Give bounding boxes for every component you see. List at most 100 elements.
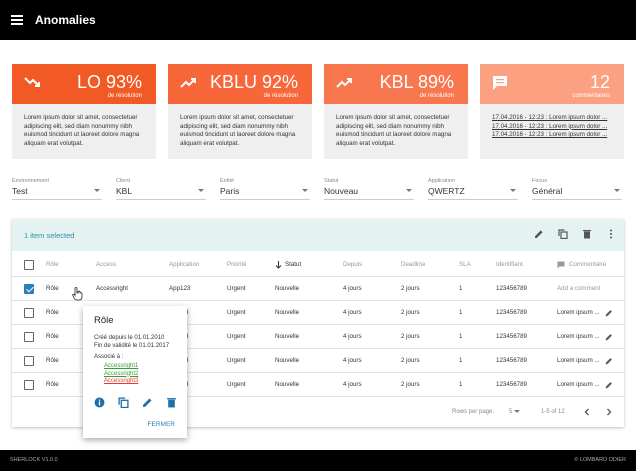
column-header[interactable]: Identifiant xyxy=(496,253,523,277)
filter-label: Entité xyxy=(220,178,235,184)
comment-item[interactable]: 17.04.2016 - 12:23 : Lorem ipsum dolor .… xyxy=(492,114,612,123)
info-icon[interactable] xyxy=(94,397,105,408)
rows-per-page-select[interactable]: 5 xyxy=(509,409,521,415)
kpi-card: KBL 89% de résolution Lorem ipsum dolor … xyxy=(324,64,468,159)
validity-date: Fin de validité le 01.01.2017 xyxy=(94,343,170,349)
top-app-bar: Anomalies xyxy=(0,0,636,40)
column-header[interactable]: Application xyxy=(169,253,199,277)
cell-app: App123 xyxy=(169,285,191,292)
cell-statut: Nouvelle xyxy=(275,357,300,364)
row-checkbox[interactable] xyxy=(24,356,34,366)
trend-up-icon xyxy=(180,78,196,88)
column-header-label: Deadline xyxy=(401,261,426,268)
card-subtitle: de résolution xyxy=(263,93,298,99)
dropdown-arrow-icon xyxy=(406,189,412,192)
filter-select[interactable]: Focus Général xyxy=(532,178,622,200)
copy-icon[interactable] xyxy=(118,397,129,408)
filter-value: Paris xyxy=(220,186,240,196)
comment-icon xyxy=(493,76,507,90)
associated-link[interactable]: Accessright3 xyxy=(104,378,138,384)
column-header[interactable]: Commentaire xyxy=(557,253,606,277)
associated-label: Associé à : xyxy=(94,354,124,360)
dropdown-arrow-icon xyxy=(614,189,620,192)
column-header[interactable]: Rôle xyxy=(46,253,59,277)
sort-arrow-icon xyxy=(275,261,282,269)
column-header-label: Rôle xyxy=(46,261,59,268)
trend-up-icon xyxy=(336,78,352,88)
cell-id: 123456789 xyxy=(496,381,527,388)
column-header[interactable]: Depuis xyxy=(343,253,362,277)
cell-deadline: 2 jours xyxy=(401,357,420,364)
cell-id: 123456789 xyxy=(496,333,527,340)
column-header-label: Statut xyxy=(285,261,302,268)
edit-comment-icon[interactable] xyxy=(605,357,613,365)
filter-label: Application xyxy=(428,178,455,184)
edit-comment-icon[interactable] xyxy=(605,381,613,389)
edit-comment-icon[interactable] xyxy=(605,333,613,341)
comment-item[interactable]: 17.04.2016 - 12:23 : Lorem ipsum dolor .… xyxy=(492,123,612,132)
filter-value: Test xyxy=(12,186,28,196)
cell-deadline: 2 jours xyxy=(401,285,420,292)
card-description: Lorem ipsum dolor sit amet, consectetuer… xyxy=(24,114,140,147)
cell-comment[interactable]: Lorem ipsum ... xyxy=(557,301,600,325)
column-header[interactable]: Priorité xyxy=(227,253,247,277)
filter-select[interactable]: Entité Paris xyxy=(220,178,310,200)
dropdown-arrow-icon xyxy=(510,189,516,192)
card-header: KBLU 92% de résolution xyxy=(168,64,312,104)
card-description: Lorem ipsum dolor sit amet, consectetuer… xyxy=(336,114,452,147)
column-header[interactable]: Deadline xyxy=(401,253,425,277)
cell-deadline: 2 jours xyxy=(401,309,420,316)
cell-comment[interactable]: Lorem ipsum ... xyxy=(557,325,600,349)
cell-statut: Nouvelle xyxy=(275,285,300,292)
more-vert-icon[interactable] xyxy=(606,229,616,239)
cell-sla: 1 xyxy=(459,381,463,388)
card-value: 12 xyxy=(589,72,610,92)
cell-prio: Urgent xyxy=(227,309,246,316)
cell-comment[interactable]: Add a comment xyxy=(557,277,600,301)
next-page-icon[interactable] xyxy=(605,408,613,416)
comment-item[interactable]: 17.04.2016 - 12:23 : Lorem ipsum dolor .… xyxy=(492,131,612,140)
table-row[interactable]: Rôle Accessright App123 Urgent Nouvelle 4 jou… xyxy=(12,277,624,301)
card-subtitle: de résolution xyxy=(419,93,454,99)
edit-icon[interactable] xyxy=(142,397,153,408)
row-checkbox[interactable] xyxy=(24,332,34,342)
associated-link[interactable]: Accessright2 xyxy=(104,371,138,377)
associated-link[interactable]: Accessright1 xyxy=(104,363,138,369)
cell-role: Rôle xyxy=(46,285,59,292)
close-button[interactable]: FERMER xyxy=(148,421,175,428)
prev-page-icon[interactable] xyxy=(583,408,591,416)
rows-per-page-label: Rows per page: xyxy=(452,409,495,415)
filter-value: QWERTZ xyxy=(428,186,465,196)
column-header[interactable]: SLA xyxy=(459,253,471,277)
row-checkbox[interactable] xyxy=(24,284,34,294)
footer: SHERLOCK V1.0.0 © LOMBARD ODIER xyxy=(0,450,636,471)
filter-select[interactable]: Statut Nouveau xyxy=(324,178,414,200)
filter-value: KBL xyxy=(116,186,133,196)
filter-label: Environnement xyxy=(12,178,49,184)
row-checkbox[interactable] xyxy=(24,380,34,390)
cell-prio: Urgent xyxy=(227,285,246,292)
menu-icon[interactable] xyxy=(11,15,23,25)
comment-icon xyxy=(557,261,565,269)
copy-icon[interactable] xyxy=(558,229,568,239)
edit-icon[interactable] xyxy=(534,229,544,239)
column-header[interactable]: Access xyxy=(96,253,116,277)
rows-per-page-value: 5 xyxy=(509,409,513,415)
cell-comment[interactable]: Lorem ipsum ... xyxy=(557,373,600,397)
column-header-label: Identifiant xyxy=(496,261,523,268)
row-checkbox[interactable] xyxy=(24,308,34,318)
filter-select[interactable]: Client KBL xyxy=(116,178,206,200)
delete-icon[interactable] xyxy=(166,397,177,408)
column-header[interactable]: Statut xyxy=(275,253,302,277)
select-all-checkbox[interactable] xyxy=(24,260,34,270)
delete-icon[interactable] xyxy=(582,229,592,239)
card-value: KBLU 92% xyxy=(209,72,298,92)
cell-deadline: 2 jours xyxy=(401,381,420,388)
filter-select[interactable]: Application QWERTZ xyxy=(428,178,518,200)
filter-select[interactable]: Environnement Test xyxy=(12,178,102,200)
column-header-label: Depuis xyxy=(343,261,363,268)
cell-comment[interactable]: Lorem ipsum ... xyxy=(557,349,600,373)
edit-comment-icon[interactable] xyxy=(605,309,613,317)
card-header: LO 93% de résolution xyxy=(12,64,156,104)
kpi-card: 12 commentaires 17.04.2016 - 12:23 : Lor… xyxy=(480,64,624,159)
